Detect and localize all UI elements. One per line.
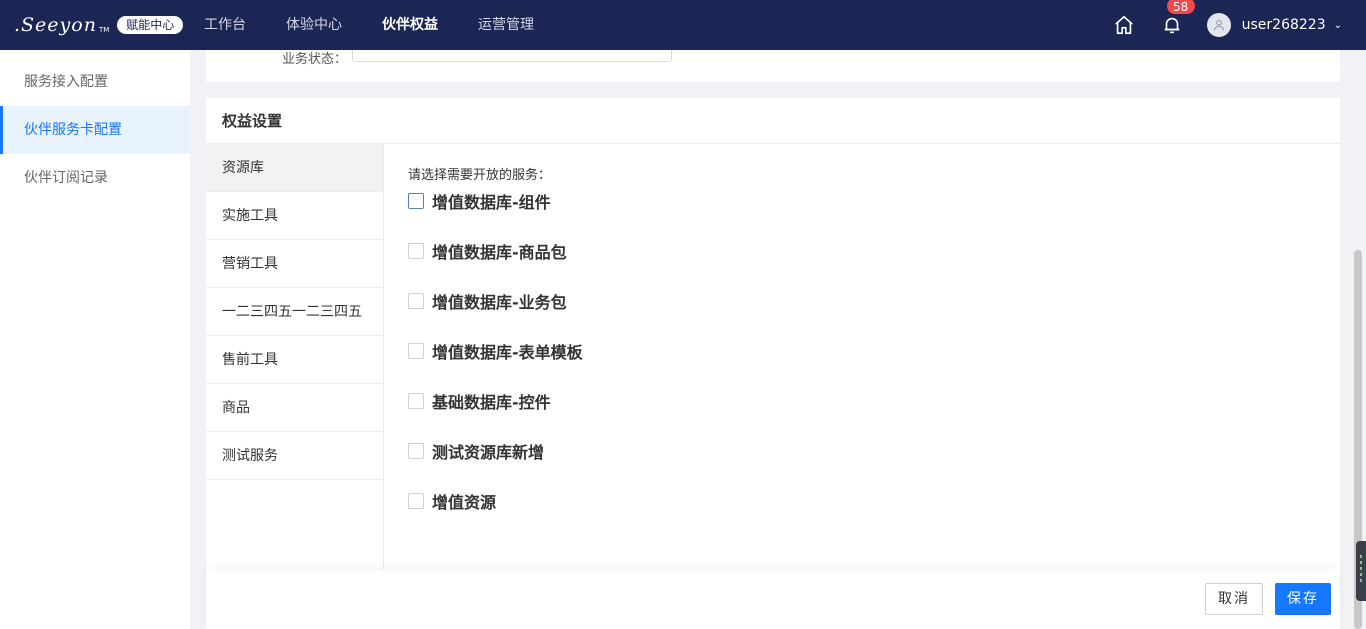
service-option[interactable]: 增值数据库-业务包	[408, 288, 583, 338]
service-option[interactable]: 增值数据库-商品包	[408, 238, 583, 288]
nav-item-operations[interactable]: 运营管理	[478, 0, 534, 50]
service-option-label: 测试资源库新增	[432, 443, 545, 462]
checkbox[interactable]	[408, 193, 424, 209]
sidebar: 服务接入配置 伙伴服务卡配置 伙伴订阅记录	[0, 50, 190, 629]
rights-settings-card: 权益设置 资源库 实施工具 营销工具 一二三四五一二三四五 售前工具 商品 测试…	[206, 98, 1340, 629]
logo-text: .Seeyon	[14, 14, 97, 36]
service-option-label: 增值数据库-商品包	[432, 243, 567, 262]
options-prompt: 请选择需要开放的服务：	[408, 168, 552, 183]
service-option-label: 基础数据库-控件	[432, 393, 551, 412]
checkbox[interactable]	[408, 393, 424, 409]
checkbox[interactable]	[408, 443, 424, 459]
home-icon[interactable]	[1113, 14, 1135, 36]
save-button[interactable]: 保存	[1275, 583, 1331, 615]
category-item-test-long-name[interactable]: 一二三四五一二三四五	[206, 288, 383, 336]
nav-item-workbench[interactable]: 工作台	[204, 0, 246, 50]
service-option-label: 增值资源	[432, 493, 497, 512]
username[interactable]: user268223	[1242, 17, 1326, 33]
bell-icon	[1164, 17, 1179, 34]
checkbox[interactable]	[408, 343, 424, 359]
sidebar-item-service-access-config[interactable]: 服务接入配置	[0, 58, 190, 106]
sidebar-item-partner-subscriptions[interactable]: 伙伴订阅记录	[0, 154, 190, 202]
category-list: 资源库 实施工具 营销工具 一二三四五一二三四五 售前工具 商品 测试服务	[206, 144, 384, 570]
cancel-button[interactable]: 取消	[1205, 583, 1263, 615]
checkbox[interactable]	[408, 243, 424, 259]
floating-side-widget[interactable]	[1356, 541, 1366, 601]
category-item-test-service[interactable]: 测试服务	[206, 432, 383, 480]
chevron-down-icon[interactable]: ⌄	[1334, 20, 1342, 31]
nav-item-experience-center[interactable]: 体验中心	[286, 0, 342, 50]
logo-trademark: TM	[98, 26, 110, 34]
business-status-select[interactable]	[352, 50, 672, 62]
category-item-products[interactable]: 商品	[206, 384, 383, 432]
nav-item-partner-rights[interactable]: 伙伴权益	[382, 0, 438, 50]
card-title: 权益设置	[206, 98, 1340, 144]
user-avatar-icon	[1213, 19, 1224, 31]
top-navbar: .Seeyon TM 赋能中心 工作台 体验中心 伙伴权益 运营管理 58 us…	[0, 0, 1366, 50]
main-nav: 工作台 体验中心 伙伴权益 运营管理	[204, 0, 574, 50]
service-option-label: 增值数据库-业务包	[432, 293, 567, 312]
category-item-presales-tools[interactable]: 售前工具	[206, 336, 383, 384]
category-item-resource-library[interactable]: 资源库	[206, 144, 383, 192]
sidebar-item-partner-card-config[interactable]: 伙伴服务卡配置	[0, 106, 190, 154]
business-status-label: 业务状态：	[282, 52, 348, 67]
service-option[interactable]: 基础数据库-控件	[408, 388, 583, 438]
notification-button[interactable]: 58	[1161, 0, 1196, 36]
logo-badge: 赋能中心	[117, 16, 184, 34]
category-item-implementation-tools[interactable]: 实施工具	[206, 192, 383, 240]
user-avatar[interactable]	[1206, 13, 1231, 37]
checkbox[interactable]	[408, 293, 424, 309]
basic-info-card: 业务状态：	[206, 50, 1340, 82]
checkbox[interactable]	[408, 493, 424, 509]
service-option[interactable]: 增值资源	[408, 488, 583, 538]
service-option[interactable]: 增值数据库-组件	[408, 188, 583, 238]
footer-actions: 取消 保存	[206, 571, 1340, 629]
service-options: 请选择需要开放的服务： 增值数据库-组件 增值数据库-商品包 增值数据库-业务包…	[408, 164, 583, 538]
service-option[interactable]: 增值数据库-表单模板	[408, 338, 583, 388]
service-option-label: 增值数据库-组件	[432, 193, 551, 212]
top-right-tools: 58 user268223 ⌄	[1113, 0, 1366, 50]
seeyon-logo[interactable]: .Seeyon TM 赋能中心	[14, 14, 204, 36]
category-item-marketing-tools[interactable]: 营销工具	[206, 240, 383, 288]
service-option[interactable]: 测试资源库新增	[408, 438, 583, 488]
service-option-label: 增值数据库-表单模板	[432, 343, 583, 362]
notification-badge: 58	[1165, 0, 1196, 15]
